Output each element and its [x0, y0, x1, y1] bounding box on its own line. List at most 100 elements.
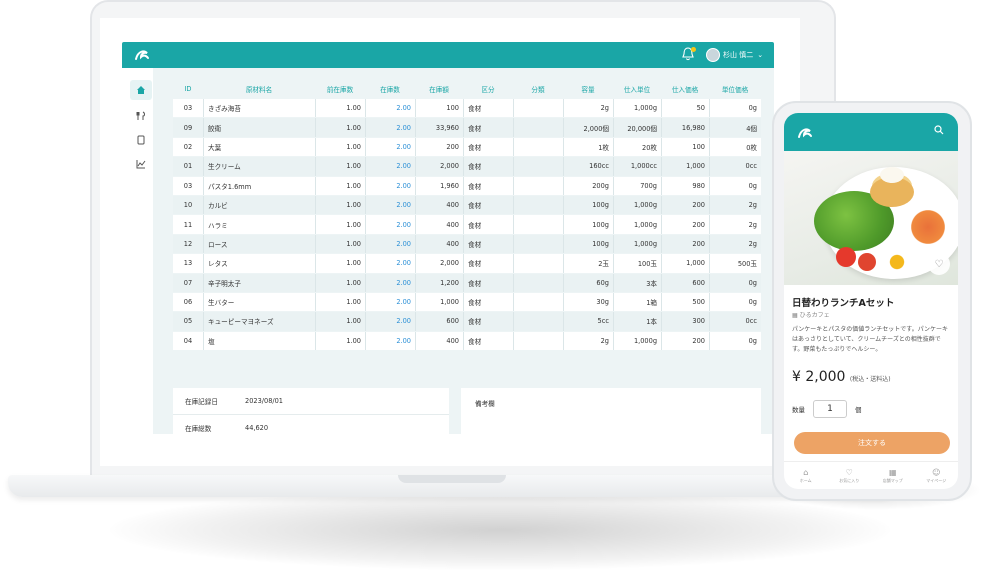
memo-label: 備考欄 — [475, 400, 495, 408]
col-prev-stock: 1.00 — [315, 99, 365, 118]
tab-shop-map[interactable]: ▦ 店舗マップ — [871, 462, 915, 489]
col-name-header[interactable]: 原材料名 — [203, 80, 315, 98]
user-menu[interactable]: 杉山 慎二 ⌄ — [706, 46, 763, 64]
col-purchase-unit: 3本 — [613, 273, 661, 292]
table-row[interactable]: 04 塩 1.00 2.00 400 食材 2g 1,000g 200 0g — [173, 330, 761, 351]
col-kubun: 食材 — [463, 118, 513, 137]
col-unit-price: 0g — [709, 273, 761, 292]
table-row[interactable]: 05 キューピーマヨネーズ 1.00 2.00 600 食材 5cc 1本 300 0cc — [173, 311, 761, 331]
col-unit-price: 500玉 — [709, 254, 761, 273]
col-capacity: 100g — [563, 215, 613, 234]
col-unit-price-header[interactable]: 単位価格 — [709, 80, 761, 98]
user-icon: ☺ — [932, 467, 941, 477]
col-prev-stock: 1.00 — [315, 118, 365, 137]
chevron-down-icon: ⌄ — [757, 51, 764, 59]
col-amount: 33,960 — [415, 118, 463, 137]
col-name: 生クリーム — [203, 157, 315, 176]
summary-date-label: 在庫記録日 — [185, 398, 218, 406]
tab-label: お気に入り — [839, 477, 860, 483]
col-purchase-price: 50 — [661, 99, 709, 118]
pasta-bowl — [906, 207, 950, 247]
col-amount: 1,000 — [415, 292, 463, 312]
memo-field[interactable]: 備考欄 — [461, 388, 761, 458]
col-name: パスタ1.6mm — [203, 176, 315, 195]
tab-home[interactable]: ⌂ ホーム — [784, 462, 828, 489]
col-purchase-unit-header[interactable]: 仕入単位 — [613, 80, 661, 98]
fork-knife-icon[interactable] — [130, 106, 152, 126]
col-purchase-unit: 1,000g — [613, 331, 661, 351]
table-row[interactable]: 02 大葉 1.00 2.00 200 食材 1枚 20枚 100 0枚 — [173, 136, 761, 157]
qty-label: 数量 — [792, 406, 805, 414]
col-stock: 2.00 — [365, 176, 415, 195]
table-row[interactable]: 03 パスタ1.6mm 1.00 2.00 1,960 食材 200g 700g 980 0g — [173, 175, 761, 195]
egg — [884, 251, 910, 273]
col-bunrui — [513, 99, 563, 118]
col-id: 13 — [183, 259, 193, 268]
bell-icon[interactable] — [682, 47, 696, 63]
col-purchase-unit: 1,000g — [613, 195, 661, 215]
col-name: カルビ — [203, 195, 315, 215]
col-amount: 100 — [415, 99, 463, 118]
search-icon[interactable] — [934, 125, 944, 138]
avatar — [706, 48, 720, 62]
col-purchase-unit: 20枚 — [613, 137, 661, 157]
col-amount: 1,960 — [415, 176, 463, 195]
shop-name-text: ひるカフェ — [799, 312, 830, 319]
col-prev-stock-header[interactable]: 前在庫数 — [315, 80, 365, 98]
col-unit-price: 2g — [709, 195, 761, 215]
chart-icon[interactable] — [130, 154, 152, 174]
col-unit-price: 0枚 — [709, 137, 761, 157]
home-icon[interactable] — [130, 80, 152, 100]
tab-favorites[interactable]: ♡ お気に入り — [828, 462, 872, 489]
col-bunrui — [513, 157, 563, 176]
col-purchase-price-header[interactable]: 仕入価格 — [661, 80, 709, 98]
product-title: 日替わりランチAセット — [792, 298, 895, 309]
col-prev-stock: 1.00 — [315, 312, 365, 331]
table-row[interactable]: 07 辛子明太子 1.00 2.00 1,200 食材 60g 3本 600 0g — [173, 272, 761, 292]
col-purchase-price: 16,980 — [661, 118, 709, 137]
col-unit-price: 2g — [709, 215, 761, 234]
heart-icon[interactable]: ♡ — [928, 253, 950, 275]
col-bunrui — [513, 118, 563, 137]
tab-mypage[interactable]: ☺ マイページ — [915, 462, 959, 489]
wave-logo-icon[interactable] — [796, 125, 814, 141]
col-capacity-header[interactable]: 容量 — [563, 80, 613, 98]
quantity-input[interactable]: 1 — [813, 400, 847, 418]
col-stock: 2.00 — [365, 312, 415, 331]
table-row[interactable]: 06 生バター 1.00 2.00 1,000 食材 30g 1箱 500 0g — [173, 291, 761, 312]
table-row[interactable]: 10 カルビ 1.00 2.00 400 食材 100g 1,000g 200 2g — [173, 194, 761, 215]
col-purchase-price: 1,000 — [661, 254, 709, 273]
col-prev-stock: 1.00 — [315, 195, 365, 215]
table-row[interactable]: 11 ハラミ 1.00 2.00 400 食材 100g 1,000g 200 2g — [173, 214, 761, 234]
col-kubun: 食材 — [463, 234, 513, 254]
col-kubun-header[interactable]: 区分 — [463, 80, 513, 98]
wave-logo-icon[interactable] — [134, 47, 150, 63]
col-capacity: 2g — [563, 99, 613, 118]
cream — [880, 167, 904, 183]
table-row[interactable]: 13 レタス 1.00 2.00 2,000 食材 2玉 100玉 1,000 500玉 — [173, 253, 761, 273]
phone-tabbar: ⌂ ホーム ♡ お気に入り ▦ 店舗マップ ☺ マイページ — [784, 461, 958, 489]
price-value: ¥ 2,000 — [792, 369, 846, 385]
col-amount-header[interactable]: 在庫額 — [415, 80, 463, 98]
col-capacity: 100g — [563, 195, 613, 215]
col-stock-header[interactable]: 在庫数 — [365, 80, 415, 98]
col-amount: 600 — [415, 312, 463, 331]
tablet-icon[interactable] — [130, 130, 152, 150]
col-purchase-unit: 1箱 — [613, 292, 661, 312]
col-purchase-unit: 100玉 — [613, 254, 661, 273]
table-row[interactable]: 03 きざみ海苔 1.00 2.00 100 食材 2g 1,000g 50 0g — [173, 98, 761, 118]
table-row[interactable]: 09 餃衛 1.00 2.00 33,960 食材 2,000個 20,000個 16,980 4… — [173, 117, 761, 137]
col-stock: 2.00 — [365, 99, 415, 118]
col-bunrui — [513, 312, 563, 331]
col-amount: 400 — [415, 234, 463, 254]
col-bunrui-header[interactable]: 分類 — [513, 80, 563, 98]
col-id-header[interactable]: ID — [173, 80, 203, 98]
order-button[interactable]: 注文する — [794, 432, 950, 454]
summary-total-value: 44,620 — [245, 423, 269, 432]
col-id: 07 — [183, 278, 193, 287]
col-bunrui — [513, 331, 563, 351]
col-capacity: 30g — [563, 292, 613, 312]
table-row[interactable]: 01 生クリーム 1.00 2.00 2,000 食材 160cc 1,000cc 1,000 0… — [173, 156, 761, 176]
table-row[interactable]: 12 ロース 1.00 2.00 400 食材 100g 1,000g 200 2g — [173, 233, 761, 254]
col-kubun: 食材 — [463, 195, 513, 215]
